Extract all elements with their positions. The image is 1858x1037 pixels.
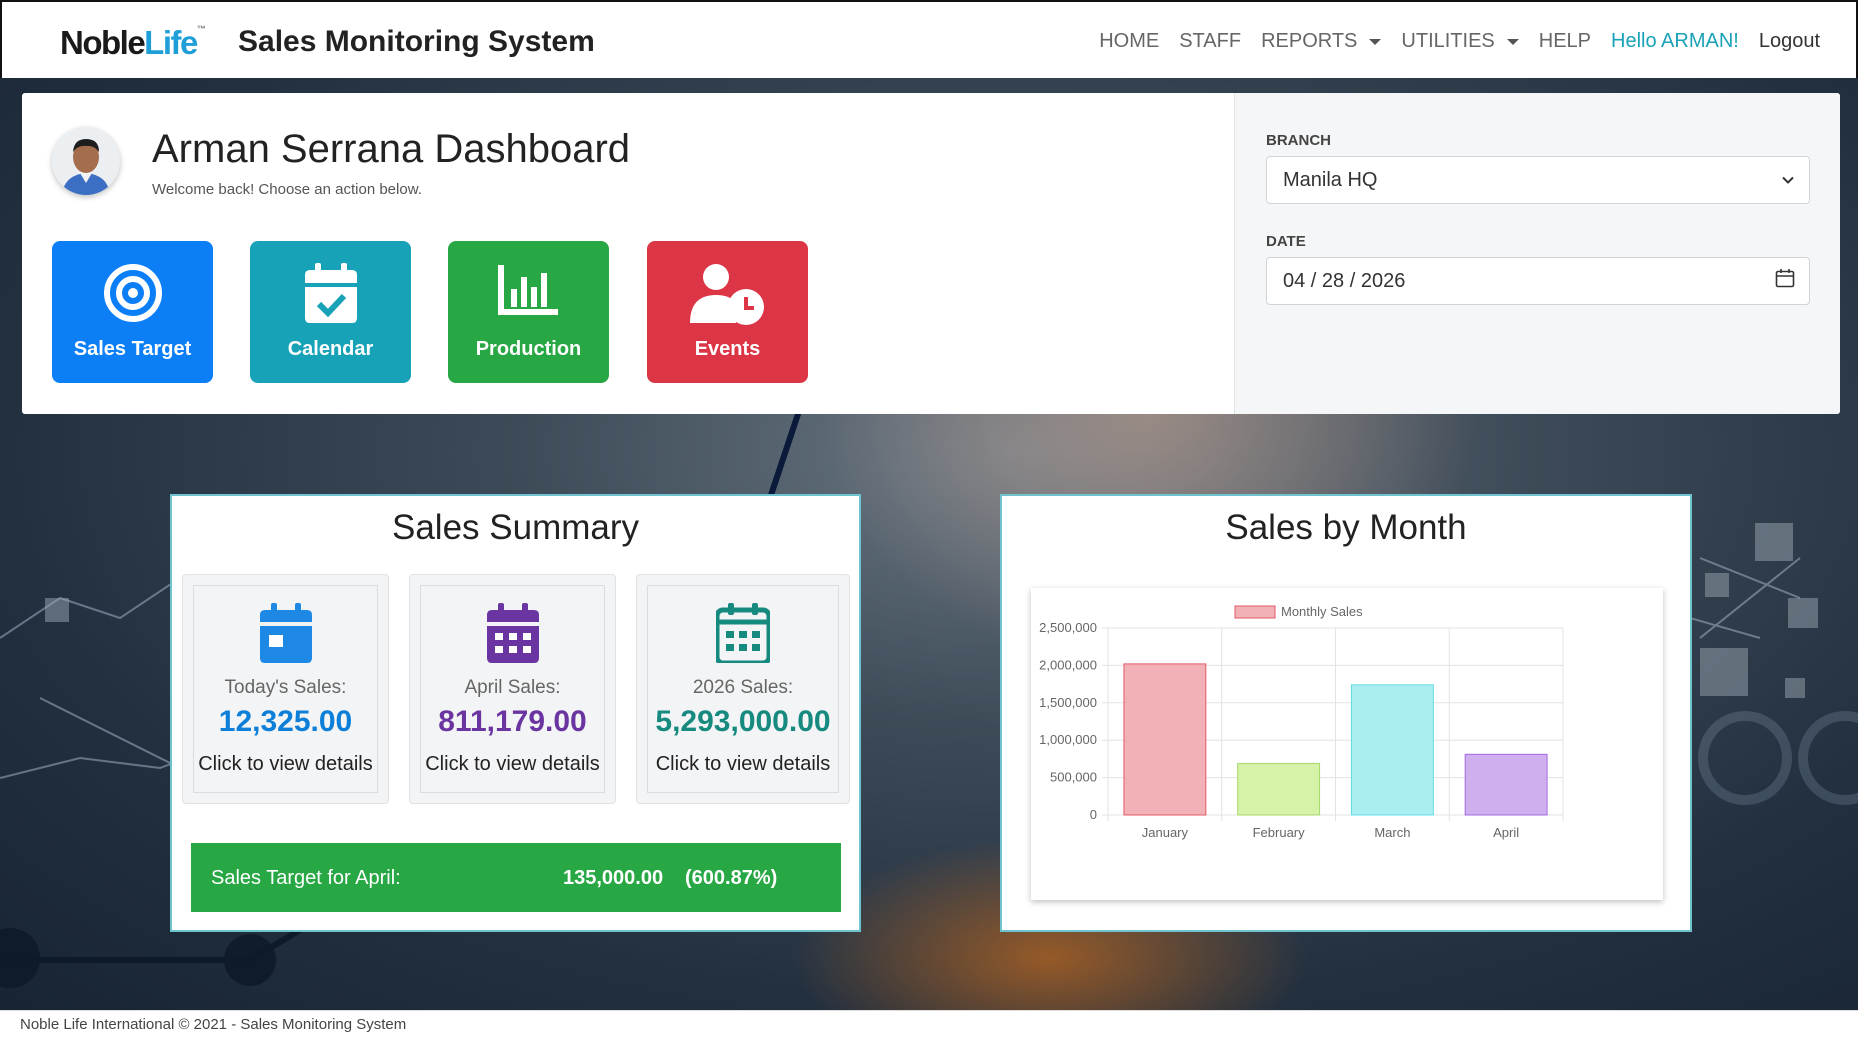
chart-bar — [1123, 663, 1207, 816]
month-sales-details-link[interactable]: Click to view details — [410, 753, 615, 776]
page-title: Arman Serrana Dashboard — [152, 127, 631, 171]
user-clock-icon — [689, 263, 766, 331]
footer: Noble Life International © 2021 - Sales … — [0, 1010, 1858, 1037]
month-sales-card[interactable]: April Sales: 811,179.00 Click to view de… — [409, 574, 616, 804]
legend-swatch — [1234, 605, 1276, 619]
year-sales-details-link[interactable]: Click to view details — [637, 753, 849, 776]
calendar-label: Calendar — [287, 338, 374, 360]
sales-target-amount: 135,000.00 — [563, 867, 664, 889]
avatar — [52, 127, 120, 195]
year-sales-value: 5,293,000.00 — [655, 705, 831, 738]
sales-target-button[interactable]: Sales Target — [52, 241, 213, 383]
x-tick-label: February — [1253, 825, 1306, 840]
y-tick-label: 1,500,000 — [1039, 695, 1097, 710]
chevron-down-icon — [1781, 169, 1795, 192]
logout-link[interactable]: Logout — [1759, 30, 1820, 53]
production-label: Production — [475, 338, 582, 360]
app-title: Sales Monitoring System — [238, 25, 595, 58]
nav-reports-label: REPORTS — [1261, 30, 1358, 52]
sales-by-month-card: Sales by Month 0 500,000 1,000,000 1,500,00… — [1000, 494, 1692, 932]
branch-label: BRANCH — [1266, 132, 1331, 149]
calendar-check-icon — [303, 263, 359, 329]
nav-help[interactable]: HELP — [1539, 30, 1591, 53]
calendar-icon[interactable] — [1775, 268, 1795, 294]
todays-sales-details-link[interactable]: Click to view details — [183, 753, 388, 776]
year-sales-card[interactable]: 2026 Sales: 5,293,000.00 Click to view d… — [636, 574, 850, 804]
sales-target-bar: Sales Target for April: 135,000.00 (600.… — [191, 843, 841, 912]
calendar-alt-icon — [486, 603, 540, 668]
date-value: 04 / 28 / 2026 — [1283, 269, 1406, 292]
sales-target-label: Sales Target for April: — [211, 867, 401, 889]
branch-select[interactable]: Manila HQ — [1266, 156, 1810, 204]
sales-target-label: Sales Target — [73, 338, 192, 360]
user-greeting[interactable]: Hello ARMAN! — [1611, 30, 1739, 53]
sales-target-percent: (600.87%) — [685, 867, 778, 889]
calendar-year-icon — [714, 603, 772, 668]
nav-utilities-label: UTILITIES — [1401, 30, 1495, 52]
todays-sales-card[interactable]: Today's Sales: 12,325.00 Click to view d… — [182, 574, 389, 804]
chart-frame: 0 500,000 1,000,000 1,500,000 2,000,000 2,500… — [1031, 588, 1663, 900]
nav-home[interactable]: HOME — [1099, 30, 1159, 53]
y-tick-label: 2,500,000 — [1039, 620, 1097, 635]
date-input[interactable]: 04 / 28 / 2026 — [1266, 257, 1810, 305]
calendar-button[interactable]: Calendar — [250, 241, 411, 383]
top-navbar: NobleLife™ Sales Monitoring System HOME … — [0, 0, 1858, 78]
sales-summary-title: Sales Summary — [391, 508, 640, 547]
sales-bar-chart: 0 500,000 1,000,000 1,500,000 2,000,000 2,500… — [1039, 604, 1564, 840]
todays-sales-label: Today's Sales: — [224, 677, 347, 698]
legend-label: Monthly Sales — [1281, 604, 1363, 619]
events-label: Events — [694, 338, 761, 360]
y-tick-label: 1,000,000 — [1039, 732, 1097, 747]
year-sales-label: 2026 Sales: — [692, 677, 794, 698]
chart-bar — [1464, 753, 1548, 816]
target-icon — [103, 263, 163, 329]
caret-down-icon — [1369, 38, 1382, 45]
x-tick-label: April — [1493, 825, 1519, 840]
chart-bar — [1237, 762, 1321, 816]
y-tick-label: 2,000,000 — [1039, 657, 1097, 672]
page-subtitle: Welcome back! Choose an action below. — [152, 181, 422, 198]
x-tick-label: January — [1142, 825, 1189, 840]
nav-reports-dropdown[interactable]: REPORTS — [1261, 30, 1382, 53]
sales-summary-card: Sales Summary Today's Sales: 12,325.00 C… — [170, 494, 861, 932]
bar-chart-icon — [497, 263, 560, 321]
x-tick-label: March — [1374, 825, 1410, 840]
dashboard-header-card: Arman Serrana Dashboard Welcome back! Ch… — [22, 93, 1840, 414]
footer-text: Noble Life International © 2021 - Sales … — [20, 1016, 407, 1033]
events-button[interactable]: Events — [647, 241, 808, 383]
caret-down-icon — [1506, 38, 1519, 45]
production-button[interactable]: Production — [448, 241, 609, 383]
date-label: DATE — [1266, 233, 1306, 250]
todays-sales-value: 12,325.00 — [218, 705, 353, 738]
month-sales-value: 811,179.00 — [438, 705, 587, 738]
filter-panel: BRANCH Manila HQ DATE 04 / 28 / 2026 — [1234, 93, 1840, 414]
chart-bar — [1350, 684, 1434, 816]
y-tick-label: 500,000 — [1050, 770, 1097, 785]
nav-utilities-dropdown[interactable]: UTILITIES — [1401, 30, 1519, 53]
branch-value: Manila HQ — [1283, 168, 1378, 191]
calendar-day-icon — [259, 603, 313, 668]
y-tick-label: 0 — [1090, 807, 1097, 822]
nav-staff[interactable]: STAFF — [1179, 30, 1241, 53]
month-sales-label: April Sales: — [464, 677, 561, 698]
nav-menu: HOME STAFF REPORTS UTILITIES HELP Hello … — [1099, 30, 1820, 53]
brand-logo[interactable]: NobleLife™ — [60, 24, 206, 62]
sales-by-month-title: Sales by Month — [1225, 508, 1467, 547]
